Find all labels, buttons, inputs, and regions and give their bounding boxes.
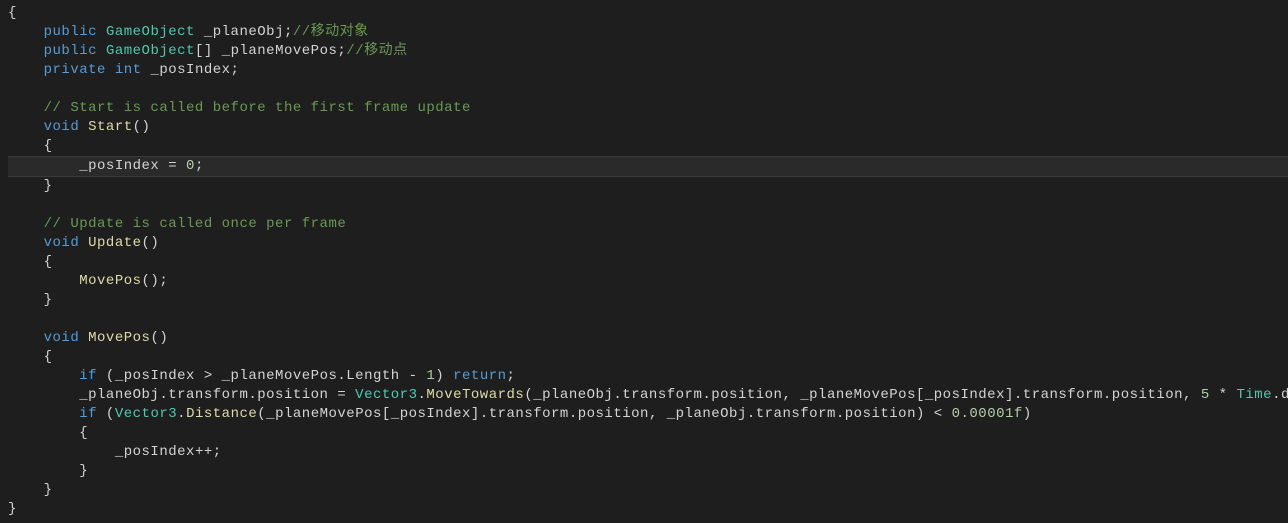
assignment-lhs: _planeObj.transform.position = [79, 387, 355, 403]
field-posindex: _posIndex; [142, 62, 240, 78]
brace-open: { [79, 425, 88, 441]
args: (_planeObj.transform.position, _planeMov… [524, 387, 1201, 403]
code-line[interactable]: _posIndex++; [8, 443, 1288, 462]
dot: . [177, 406, 186, 422]
comment-update: // Update is called once per frame [44, 216, 347, 232]
keyword-return: return [453, 368, 506, 384]
keyword-private: private [44, 62, 106, 78]
code-line[interactable]: void Start() [8, 118, 1288, 137]
method-distance: Distance [186, 406, 257, 422]
code-line-blank[interactable] [8, 310, 1288, 329]
args: (_planeMovePos[_posIndex].transform.posi… [257, 406, 951, 422]
brackets: [] [195, 43, 213, 59]
parens: () [133, 119, 151, 135]
type-vector3: Vector3 [115, 406, 177, 422]
code-line[interactable]: public GameObject[] _planeMovePos;//移动点 [8, 42, 1288, 61]
keyword-if: if [79, 406, 97, 422]
code-line[interactable]: } [8, 481, 1288, 500]
code-line[interactable]: if (_posIndex > _planeMovePos.Length - 1… [8, 367, 1288, 386]
type-time: Time [1236, 387, 1272, 403]
keyword-void: void [44, 119, 80, 135]
brace-open: { [44, 254, 53, 270]
comment: //移动点 [346, 43, 407, 59]
method-movepos: MovePos [79, 330, 150, 346]
keyword-int: int [115, 62, 142, 78]
brace-close: } [44, 178, 53, 194]
type-gameobject: GameObject [106, 24, 195, 40]
code-editor[interactable]: { public GameObject _planeObj;//移动对象 pub… [0, 0, 1288, 519]
brace-close: } [8, 501, 17, 517]
field-planemovepos: _planeMovePos; [213, 43, 347, 59]
code-line[interactable]: public GameObject _planeObj;//移动对象 [8, 23, 1288, 42]
assignment: _posIndex = [79, 158, 186, 174]
brace-open: { [44, 138, 53, 154]
method-start: Start [79, 119, 132, 135]
increment: _posIndex++; [115, 444, 222, 460]
number-literal: 0.00001f [952, 406, 1023, 422]
call-movepos: MovePos [79, 273, 141, 289]
number-literal: 0 [186, 158, 195, 174]
code-line[interactable]: if (Vector3.Distance(_planeMovePos[_posI… [8, 405, 1288, 424]
code-line[interactable]: { [8, 348, 1288, 367]
code-line[interactable]: // Update is called once per frame [8, 215, 1288, 234]
condition: (_posIndex > _planeMovePos.Length - [97, 368, 426, 384]
keyword-void: void [44, 235, 80, 251]
brace-close: } [79, 463, 88, 479]
code-line[interactable]: } [8, 462, 1288, 481]
type-vector3: Vector3 [355, 387, 417, 403]
number-literal: 5 [1201, 387, 1210, 403]
keyword-if: if [79, 368, 97, 384]
code-line[interactable]: } [8, 500, 1288, 519]
method-update: Update [79, 235, 141, 251]
code-line-blank[interactable] [8, 80, 1288, 99]
code-line[interactable]: void MovePos() [8, 329, 1288, 348]
semicolon: ; [195, 158, 204, 174]
code-line[interactable]: { [8, 4, 1288, 23]
parens: () [142, 235, 160, 251]
code-line[interactable]: void Update() [8, 234, 1288, 253]
brace-close: } [44, 292, 53, 308]
brace-open: { [44, 349, 53, 365]
code-line[interactable]: MovePos(); [8, 272, 1288, 291]
type-gameobject: GameObject [106, 43, 195, 59]
brace-close: } [44, 482, 53, 498]
code-line-blank[interactable] [8, 196, 1288, 215]
code-line[interactable]: private int _posIndex; [8, 61, 1288, 80]
number-literal: 1 [426, 368, 435, 384]
code-line[interactable]: } [8, 291, 1288, 310]
comment: //移动对象 [293, 24, 369, 40]
code-line[interactable]: { [8, 424, 1288, 443]
paren-close: ) [435, 368, 453, 384]
code-line[interactable]: // Start is called before the first fram… [8, 99, 1288, 118]
paren-close: ) [1023, 406, 1032, 422]
field-planeobj: _planeObj; [195, 24, 293, 40]
parens: () [150, 330, 168, 346]
op-mult: * [1210, 387, 1237, 403]
parens: (); [142, 273, 169, 289]
method-movetowards: MoveTowards [426, 387, 524, 403]
comment-start: // Start is called before the first fram… [44, 100, 471, 116]
code-line[interactable]: { [8, 137, 1288, 156]
code-line-active[interactable]: _posIndex = 0; [8, 156, 1288, 177]
paren-open: ( [97, 406, 115, 422]
code-line[interactable]: { [8, 253, 1288, 272]
code-line[interactable]: _planeObj.transform.position = Vector3.M… [8, 386, 1288, 405]
semicolon: ; [507, 368, 516, 384]
keyword-public: public [44, 24, 97, 40]
keyword-public: public [44, 43, 97, 59]
code-line[interactable]: } [8, 177, 1288, 196]
deltatime: .deltaTime); [1272, 387, 1288, 403]
keyword-void: void [44, 330, 80, 346]
